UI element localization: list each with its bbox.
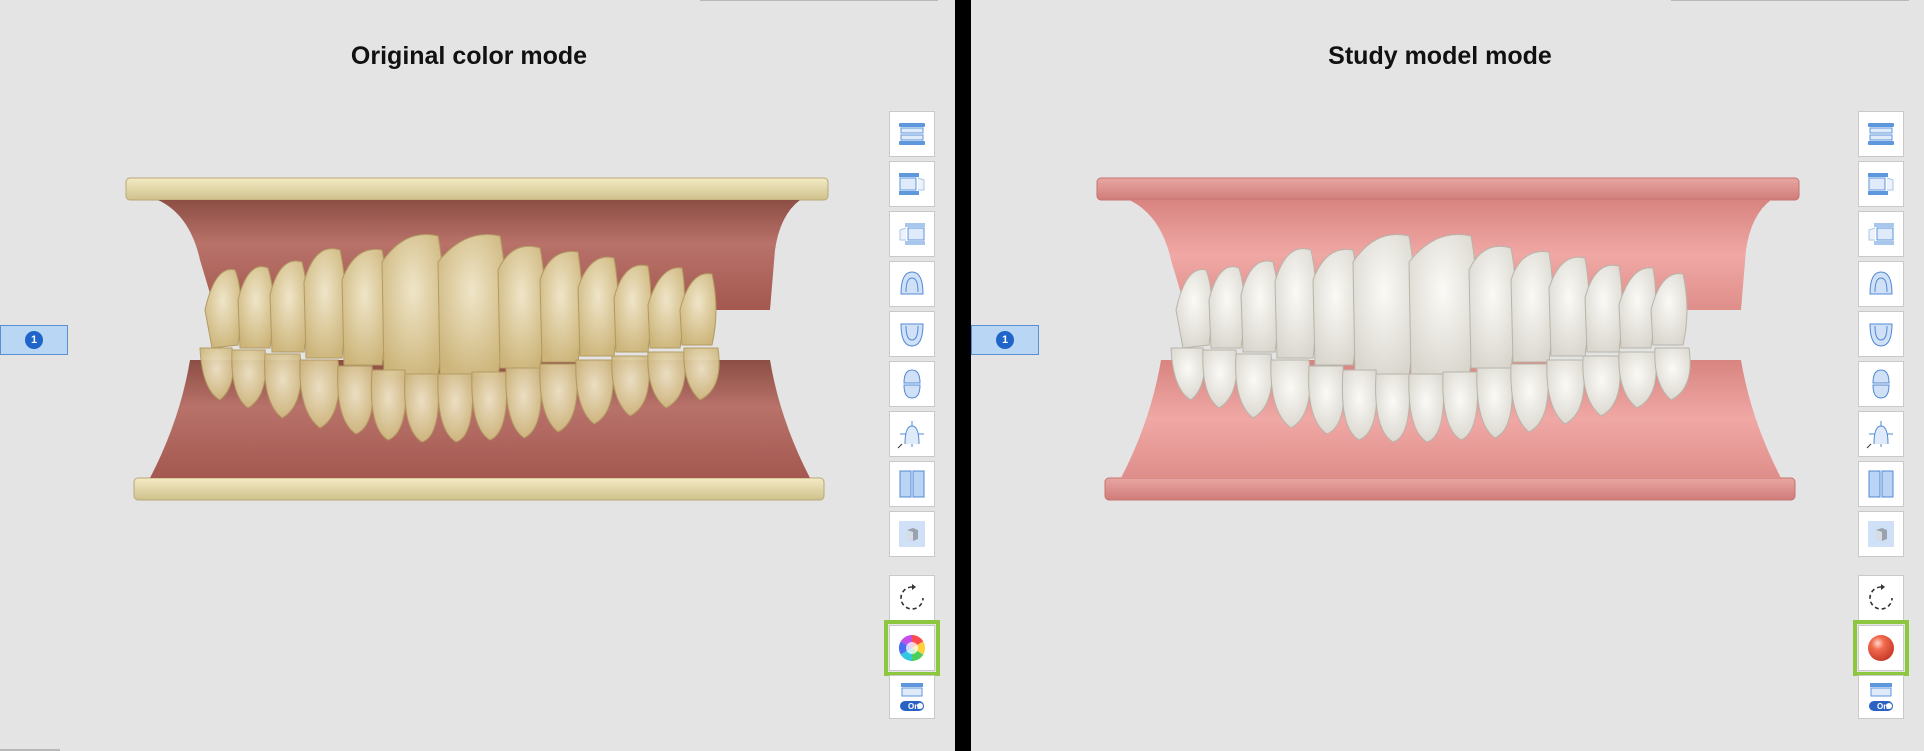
arch-toggle-button[interactable]: On bbox=[1858, 675, 1904, 719]
upper-occlusal-icon bbox=[900, 271, 924, 295]
dental-model-original-color[interactable] bbox=[120, 170, 840, 510]
full-arch-front-button[interactable] bbox=[1858, 111, 1904, 157]
left-side-view-button[interactable] bbox=[1858, 211, 1904, 257]
scan-number-badge: 1 bbox=[996, 331, 1014, 349]
dual-view-icon bbox=[899, 470, 925, 498]
divider-line bbox=[1671, 0, 1909, 1]
panel-title: Study model mode bbox=[1328, 42, 1552, 70]
scan-tab-1[interactable]: 1 bbox=[0, 325, 68, 355]
split-occlusal-button[interactable] bbox=[889, 361, 935, 407]
dual-view-button[interactable] bbox=[1858, 461, 1904, 507]
right-side-view-icon bbox=[1868, 173, 1894, 195]
right-viewer-panel: Study model mode 1 On bbox=[971, 0, 1924, 751]
right-side-view-icon bbox=[899, 173, 925, 195]
measurement-view-icon bbox=[1866, 421, 1893, 449]
dual-view-icon bbox=[1868, 470, 1894, 498]
lower-occlusal-icon bbox=[1869, 323, 1893, 347]
lower-occlusal-button[interactable] bbox=[889, 311, 935, 357]
reset-rotation-button[interactable] bbox=[1858, 575, 1904, 621]
cube-view-icon bbox=[899, 521, 925, 547]
study-model-mode-button[interactable] bbox=[1853, 620, 1909, 676]
scan-tab-1[interactable]: 1 bbox=[971, 325, 1039, 355]
split-occlusal-button[interactable] bbox=[1858, 361, 1904, 407]
right-side-view-button[interactable] bbox=[889, 161, 935, 207]
left-side-view-icon bbox=[1868, 223, 1894, 245]
lower-occlusal-button[interactable] bbox=[1858, 311, 1904, 357]
view-toolbar: On bbox=[884, 111, 940, 731]
split-occlusal-icon bbox=[1872, 369, 1890, 399]
view-toolbar: On bbox=[1853, 111, 1909, 731]
reset-rotation-icon bbox=[1869, 584, 1893, 610]
measurement-view-icon bbox=[897, 421, 924, 449]
toggle-arch-icon: On bbox=[1869, 683, 1893, 711]
left-side-view-button[interactable] bbox=[889, 211, 935, 257]
toggle-arch-icon: On bbox=[900, 683, 924, 711]
dual-view-button[interactable] bbox=[889, 461, 935, 507]
cube-view-icon bbox=[1868, 521, 1894, 547]
dental-model-study-mode[interactable] bbox=[1091, 170, 1811, 510]
split-occlusal-icon bbox=[903, 369, 921, 399]
color-wheel-icon bbox=[898, 634, 926, 662]
scan-number-badge: 1 bbox=[25, 331, 43, 349]
left-viewer-panel: Original color mode 1 On bbox=[0, 0, 955, 751]
measurement-view-button[interactable] bbox=[889, 411, 935, 457]
lower-occlusal-icon bbox=[900, 323, 924, 347]
measurement-view-button[interactable] bbox=[1858, 411, 1904, 457]
upper-occlusal-icon bbox=[1869, 271, 1893, 295]
reset-rotation-button[interactable] bbox=[889, 575, 935, 621]
cube-view-button[interactable] bbox=[889, 511, 935, 557]
reset-rotation-icon bbox=[900, 584, 924, 610]
arch-toggle-button[interactable]: On bbox=[889, 675, 935, 719]
full-arch-front-button[interactable] bbox=[889, 111, 935, 157]
panel-title: Original color mode bbox=[350, 42, 588, 70]
upper-occlusal-button[interactable] bbox=[889, 261, 935, 307]
full-arch-front-icon bbox=[899, 123, 925, 145]
right-side-view-button[interactable] bbox=[1858, 161, 1904, 207]
study-model-icon bbox=[1868, 635, 1894, 661]
cube-view-button[interactable] bbox=[1858, 511, 1904, 557]
upper-occlusal-button[interactable] bbox=[1858, 261, 1904, 307]
color-mode-button[interactable] bbox=[884, 620, 940, 676]
divider-line bbox=[700, 0, 938, 1]
left-side-view-icon bbox=[899, 223, 925, 245]
full-arch-front-icon bbox=[1868, 123, 1894, 145]
